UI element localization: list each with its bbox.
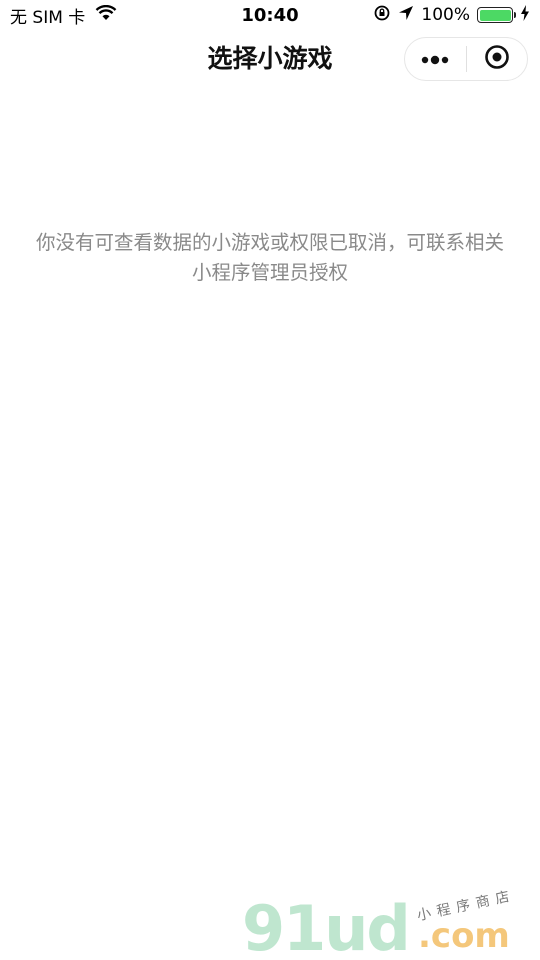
status-time: 10:40 bbox=[241, 4, 299, 26]
screen: 无 SIM 卡 10:40 100% 选择小游戏 你没有可查看数据的小游戏或权限… bbox=[0, 0, 540, 960]
status-right: 100% bbox=[373, 4, 540, 27]
watermark: 91ud 小程序商店 .com bbox=[238, 880, 538, 960]
nav-bar: 选择小游戏 bbox=[0, 30, 540, 88]
battery-icon bbox=[477, 7, 516, 23]
target-circle-icon bbox=[484, 44, 510, 74]
location-arrow-icon bbox=[398, 5, 414, 26]
close-button[interactable] bbox=[467, 38, 528, 80]
wifi-icon bbox=[95, 4, 117, 26]
battery-fill bbox=[479, 9, 511, 21]
watermark-suffix: .com bbox=[418, 916, 510, 956]
empty-state-message: 你没有可查看数据的小游戏或权限已取消，可联系相关小程序管理员授权 bbox=[35, 231, 504, 284]
more-dots-icon bbox=[420, 50, 450, 69]
status-bar: 无 SIM 卡 10:40 100% bbox=[0, 0, 540, 30]
watermark-logo: 91ud bbox=[242, 892, 411, 960]
capsule-menu bbox=[404, 37, 528, 81]
orientation-lock-icon bbox=[373, 4, 391, 27]
battery-percent: 100% bbox=[421, 5, 470, 25]
status-left: 无 SIM 卡 bbox=[0, 3, 117, 28]
charging-bolt-icon bbox=[520, 4, 530, 26]
more-button[interactable] bbox=[405, 38, 466, 80]
carrier-label: 无 SIM 卡 bbox=[10, 7, 86, 28]
